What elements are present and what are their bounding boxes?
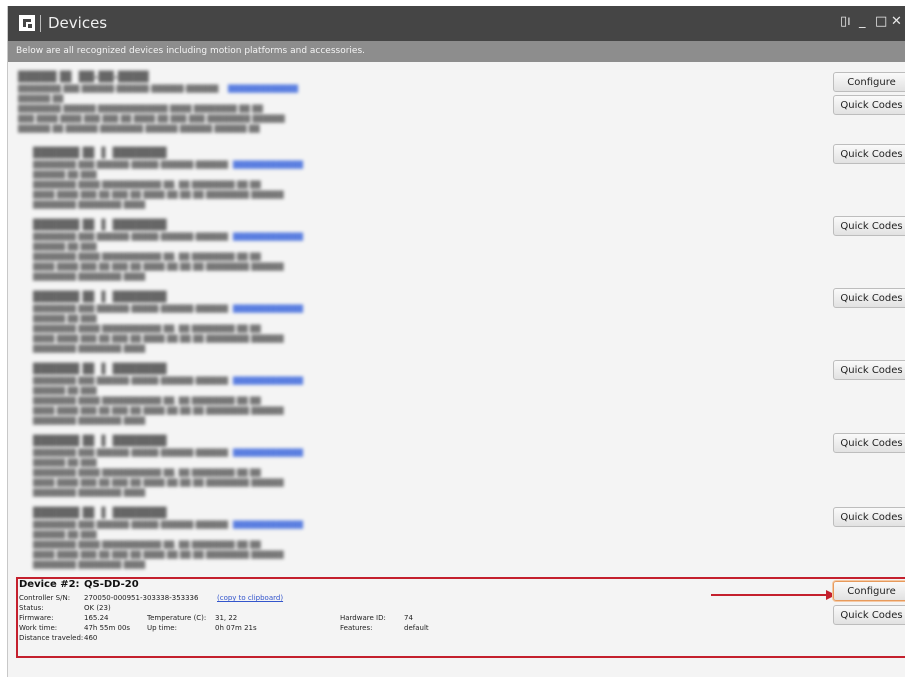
- quick-codes-button[interactable]: Quick Codes: [833, 605, 905, 625]
- controller-sn-value: 270050-000951-303338-353336: [84, 594, 199, 602]
- device-block-blurred: ██████ █▌ ▌ ███████ ████████ ███ ██████-…: [33, 508, 303, 569]
- device-block-blurred: ██████ █▌ ▌ ███████ ████████ ███ ██████-…: [33, 292, 303, 353]
- info-bar: Below are all recognized devices includi…: [8, 41, 905, 62]
- close-icon[interactable]: ✕: [891, 14, 902, 29]
- hardware-id-value: 74: [404, 614, 413, 622]
- minimize-icon[interactable]: _: [859, 14, 866, 29]
- title-bar: Devices ▯ı _ □ ✕: [8, 6, 905, 41]
- device-heading: Device #2:: [19, 579, 80, 590]
- status-value: OK (23): [84, 604, 111, 612]
- firmware-value: 165.24: [84, 614, 109, 622]
- temperature-label: Temperature (C):: [147, 614, 207, 622]
- hardware-id-label: Hardware ID:: [340, 614, 386, 622]
- title-separator: [40, 15, 41, 32]
- device-block-blurred: ██████ █▌ ▌ ███████ ████████ ███ ██████-…: [33, 436, 303, 497]
- quick-codes-button[interactable]: Quick Codes: [833, 216, 905, 236]
- features-label: Features:: [340, 624, 373, 632]
- quick-codes-button[interactable]: Quick Codes: [833, 144, 905, 164]
- work-time-value: 47h 55m 00s: [84, 624, 131, 632]
- quick-codes-button[interactable]: Quick Codes: [833, 95, 905, 115]
- device-name: QS-DD-20: [84, 579, 139, 590]
- devices-window: Devices ▯ı _ □ ✕ Below are all recognize…: [7, 6, 905, 677]
- quick-codes-button[interactable]: Quick Codes: [833, 360, 905, 380]
- distance-value: 460: [84, 634, 98, 642]
- work-time-label: Work time:: [19, 624, 58, 632]
- quick-codes-button[interactable]: Quick Codes: [833, 507, 905, 527]
- features-value: default: [404, 624, 429, 632]
- device-block-blurred: ██████ █▌ ▌ ███████ ████████ ███ ██████-…: [33, 220, 303, 281]
- quick-codes-button[interactable]: Quick Codes: [833, 288, 905, 308]
- distance-label: Distance traveled:: [19, 634, 84, 642]
- up-time-value: 0h 07m 21s: [215, 624, 257, 632]
- configure-button[interactable]: Configure: [833, 72, 905, 92]
- status-label: Status:: [19, 604, 44, 612]
- app-logo-icon: [19, 15, 35, 31]
- quick-codes-button[interactable]: Quick Codes: [833, 433, 905, 453]
- configure-button[interactable]: Configure: [833, 581, 905, 601]
- temperature-value: 31, 22: [215, 614, 238, 622]
- copy-to-clipboard-link[interactable]: (copy to clipboard): [217, 594, 283, 602]
- device-block-blurred: ██████ █▌ ▌ ███████ ████████ ███ ██████-…: [33, 364, 303, 425]
- device-block-blurred: █████ █▌ ██-██-████ ████████ ███ ██████-…: [18, 72, 298, 133]
- firmware-label: Firmware:: [19, 614, 54, 622]
- maximize-icon[interactable]: □: [875, 14, 887, 29]
- up-time-label: Up time:: [147, 624, 177, 632]
- window-menu-icon[interactable]: ▯ı: [840, 14, 851, 29]
- device-block-blurred: ██████ █▌ ▌ ███████ ████████ ███ ██████-…: [33, 148, 303, 209]
- controller-sn-label: Controller S/N:: [19, 594, 71, 602]
- annotation-arrow-line: [711, 594, 828, 596]
- window-title: Devices: [48, 14, 108, 32]
